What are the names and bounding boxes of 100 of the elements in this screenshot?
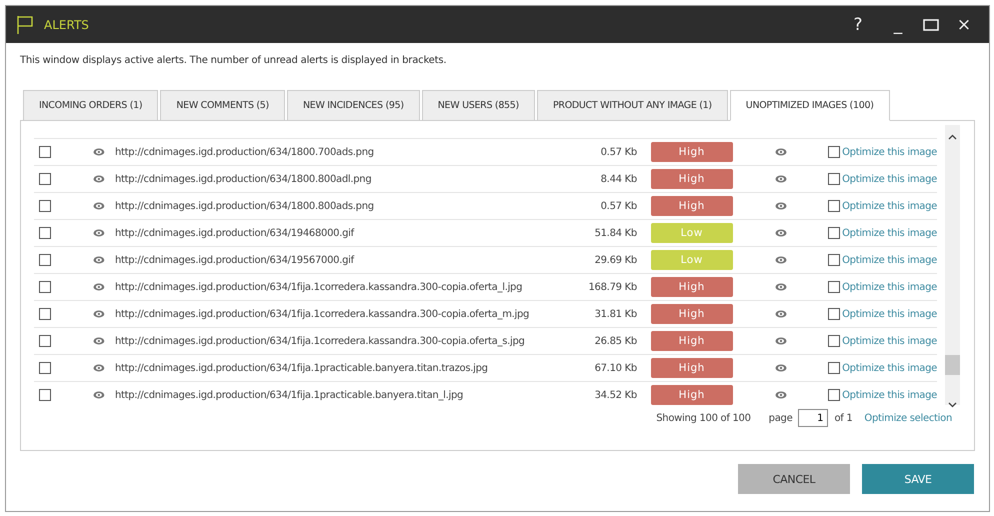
- flag-icon: [16, 14, 34, 34]
- showing-count: Showing 100 of 100: [656, 412, 751, 424]
- scrollbar-thumb[interactable]: [945, 355, 960, 375]
- optimize-checkbox[interactable]: [828, 173, 840, 185]
- optimize-checkbox[interactable]: [828, 362, 840, 374]
- image-url: http://cdnimages.igd.production/634/1fija.1corredera.kassandra.300-copia.oferta_l.jpg: [114, 282, 524, 292]
- tab[interactable]: NEW COMMENTS (5): [160, 90, 285, 121]
- row-checkbox[interactable]: [39, 389, 51, 401]
- row-checkbox[interactable]: [39, 308, 51, 320]
- eye-icon[interactable]: [775, 337, 788, 345]
- eye-icon[interactable]: [93, 148, 105, 156]
- optimize-link[interactable]: Optimize this image: [842, 174, 937, 184]
- eye-icon[interactable]: [775, 229, 788, 237]
- file-size: 0.57 Kb: [600, 146, 637, 158]
- file-size: 26.85 Kb: [594, 336, 637, 346]
- priority-badge: High: [650, 196, 733, 216]
- eye-icon[interactable]: [775, 202, 788, 210]
- tab[interactable]: NEW USERS (855): [422, 90, 535, 121]
- optimize-link[interactable]: Optimize this image: [842, 308, 937, 320]
- priority-badge: Low: [650, 250, 733, 270]
- optimize-link[interactable]: Optimize this image: [842, 200, 937, 212]
- optimize-checkbox[interactable]: [828, 335, 840, 347]
- tab[interactable]: NEW INCIDENCES (95): [286, 90, 420, 121]
- optimize-checkbox[interactable]: [828, 146, 840, 158]
- eye-icon[interactable]: [775, 256, 788, 264]
- priority-badge: High: [650, 358, 733, 378]
- description-text: This window displays active alerts. The number of unread alerts is displayed in brackets.: [20, 55, 448, 66]
- image-url: http://cdnimages.igd.production/634/19567000.gif: [114, 254, 356, 266]
- help-button[interactable]: ?: [843, 10, 873, 38]
- eye-icon[interactable]: [93, 283, 105, 291]
- scroll-up-icon[interactable]: [948, 133, 957, 142]
- file-size: 34.52 Kb: [594, 390, 637, 400]
- optimize-checkbox[interactable]: [828, 200, 840, 212]
- eye-icon[interactable]: [775, 364, 788, 372]
- tab[interactable]: INCOMING ORDERS (1): [23, 90, 158, 121]
- eye-icon[interactable]: [93, 364, 105, 372]
- optimize-checkbox[interactable]: [828, 281, 840, 293]
- eye-icon[interactable]: [93, 202, 105, 210]
- optimize-checkbox[interactable]: [828, 227, 840, 239]
- optimize-link[interactable]: Optimize this image: [842, 336, 937, 346]
- eye-icon[interactable]: [93, 229, 105, 237]
- window-title: ALERTS: [44, 18, 90, 32]
- priority-badge: High: [650, 169, 733, 189]
- row-checkbox[interactable]: [39, 362, 51, 374]
- tab[interactable]: UNOPTIMIZED IMAGES (100): [730, 90, 890, 121]
- file-size: 51.84 Kb: [594, 228, 637, 238]
- optimize-selection-link[interactable]: Optimize selection: [864, 412, 952, 424]
- optimize-link[interactable]: Optimize this image: [842, 254, 937, 266]
- row-checkbox[interactable]: [39, 200, 51, 212]
- scrollbar[interactable]: [945, 125, 960, 405]
- optimize-link[interactable]: Optimize this image: [842, 362, 937, 374]
- page-total: of 1: [834, 412, 852, 424]
- row-checkbox[interactable]: [39, 227, 51, 239]
- priority-badge: High: [650, 277, 733, 297]
- eye-icon[interactable]: [93, 175, 105, 183]
- scroll-down-icon[interactable]: [948, 400, 957, 409]
- eye-icon[interactable]: [93, 391, 105, 399]
- file-size: 0.57 Kb: [600, 200, 637, 212]
- page-field[interactable]: 1: [798, 409, 828, 427]
- eye-icon[interactable]: [775, 310, 788, 318]
- priority-badge: Low: [650, 223, 733, 243]
- save-button[interactable]: SAVE: [862, 464, 974, 494]
- image-url: http://cdnimages.igd.production/634/1800.800ads.png: [114, 200, 375, 212]
- row-checkbox[interactable]: [39, 173, 51, 185]
- priority-badge: High: [650, 385, 733, 405]
- maximize-icon[interactable]: [923, 18, 939, 30]
- tab[interactable]: PRODUCT WITHOUT ANY IMAGE (1): [536, 90, 728, 121]
- image-url: http://cdnimages.igd.production/634/1fija.1practicable.banyera.titan_l.jpg: [114, 390, 464, 400]
- optimize-link[interactable]: Optimize this image: [842, 146, 937, 158]
- optimize-link[interactable]: Optimize this image: [842, 282, 937, 292]
- eye-icon[interactable]: [93, 337, 105, 345]
- page-label: page: [768, 412, 792, 424]
- eye-icon[interactable]: [775, 148, 788, 156]
- file-size: 67.10 Kb: [594, 362, 637, 374]
- close-button[interactable]: ×: [949, 10, 979, 38]
- optimize-link[interactable]: Optimize this image: [842, 228, 937, 238]
- cancel-button[interactable]: CANCEL: [738, 464, 850, 494]
- optimize-link[interactable]: Optimize this image: [842, 390, 937, 400]
- row-checkbox[interactable]: [39, 254, 51, 266]
- row-checkbox[interactable]: [39, 335, 51, 347]
- eye-icon[interactable]: [93, 256, 105, 264]
- image-url: http://cdnimages.igd.production/634/1fija.1practicable.banyera.titan.trazos.jpg: [114, 362, 489, 374]
- optimize-checkbox[interactable]: [828, 254, 840, 266]
- image-url: http://cdnimages.igd.production/634/1fija.1corredera.kassandra.300-copia.oferta_s.jpg: [114, 336, 526, 346]
- eye-icon[interactable]: [93, 310, 105, 318]
- image-url: http://cdnimages.igd.production/634/1800.700ads.png: [114, 146, 375, 158]
- file-size: 31.81 Kb: [594, 308, 637, 320]
- row-checkbox[interactable]: [39, 146, 51, 158]
- minimize-button[interactable]: _: [883, 10, 913, 38]
- optimize-checkbox[interactable]: [828, 389, 840, 401]
- image-url: http://cdnimages.igd.production/634/1fija.1corredera.kassandra.300-copia.oferta_m.jpg: [114, 308, 530, 320]
- priority-badge: High: [650, 142, 733, 162]
- image-url: http://cdnimages.igd.production/634/1800.800adl.png: [114, 174, 372, 184]
- file-size: 29.69 Kb: [594, 254, 637, 266]
- priority-badge: High: [650, 331, 733, 351]
- eye-icon[interactable]: [775, 175, 788, 183]
- row-checkbox[interactable]: [39, 281, 51, 293]
- optimize-checkbox[interactable]: [828, 308, 840, 320]
- eye-icon[interactable]: [775, 391, 788, 399]
- eye-icon[interactable]: [775, 283, 788, 291]
